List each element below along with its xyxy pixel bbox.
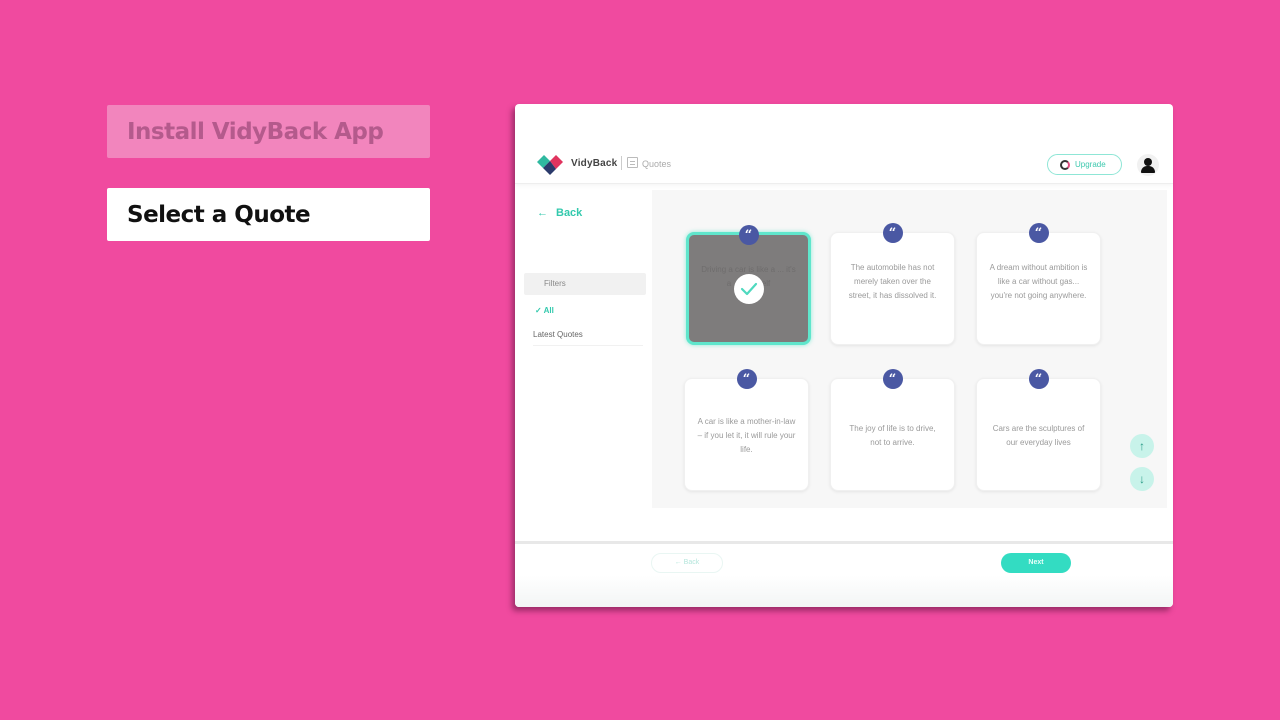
upgrade-icon (1060, 159, 1070, 170)
quote-mark-icon: “ (882, 369, 903, 389)
scroll-up-button[interactable]: ↑ (1130, 434, 1154, 458)
check-icon: ✓ (535, 306, 542, 315)
footer-back-button[interactable]: ← Back (651, 553, 723, 573)
quote-mark-icon: “ (882, 223, 903, 243)
filter-all[interactable]: ✓ All (535, 306, 554, 315)
quote-mark-icon: “ (736, 369, 757, 389)
app-header: VidyBack Quotes Upgrade (515, 104, 1173, 184)
quote-text: The automobile has not merely taken over… (848, 263, 937, 300)
quote-mark-icon: “ (1028, 223, 1049, 243)
step-install-app: Install VidyBack App (107, 105, 430, 158)
quote-text: Cars are the sculptures of our everyday … (992, 424, 1085, 447)
selected-check-icon (733, 273, 764, 304)
header-divider (621, 156, 622, 170)
arrow-left-icon: ← (537, 207, 548, 219)
upgrade-button[interactable]: Upgrade (1047, 154, 1122, 175)
upgrade-label: Upgrade (1075, 160, 1106, 169)
quote-mark-icon: “ (738, 225, 759, 245)
quotes-grid: “ Driving a car is like a ... it's a ...… (652, 190, 1167, 508)
app-window: VidyBack Quotes Upgrade ← Back Filters ✓… (515, 104, 1173, 607)
quote-card[interactable]: “ The joy of life is to drive, not to ar… (830, 369, 955, 491)
back-link-label: Back (556, 207, 583, 219)
quote-card[interactable]: “ A dream without ambition is like a car… (976, 223, 1101, 345)
quote-text: A car is like a mother-in-law – if you l… (697, 417, 796, 454)
filters-heading: Filters (524, 273, 646, 295)
brand-name: VidyBack (571, 158, 618, 169)
footer-next-button[interactable]: Next (1001, 553, 1071, 573)
step-install-app-label: Install VidyBack App (127, 118, 384, 145)
step-select-quote-label: Select a Quote (127, 201, 311, 228)
vidyback-logo-icon (537, 155, 563, 175)
quote-card[interactable]: “ Cars are the sculptures of our everyda… (976, 369, 1101, 491)
user-avatar-icon[interactable] (1137, 154, 1159, 176)
filter-latest-quotes[interactable]: Latest Quotes (533, 330, 643, 346)
quotes-list-icon (627, 157, 638, 168)
scroll-down-button[interactable]: ↓ (1130, 467, 1154, 491)
quote-card[interactable]: “ Driving a car is like a ... it's a ...… (686, 225, 811, 345)
sidebar: ← Back Filters ✓ All Latest Quotes (515, 185, 650, 540)
back-link[interactable]: ← Back (537, 207, 582, 219)
quote-text: A dream without ambition is like a car w… (989, 263, 1088, 300)
step-select-quote: Select a Quote (107, 188, 430, 241)
breadcrumb-quotes[interactable]: Quotes (642, 159, 671, 169)
arrow-down-icon: ↓ (1139, 472, 1145, 486)
arrow-up-icon: ↑ (1139, 439, 1145, 453)
quote-text: The joy of life is to drive, not to arri… (849, 424, 936, 447)
quote-mark-icon: “ (1028, 369, 1049, 389)
filter-all-label: All (543, 306, 554, 315)
quote-card[interactable]: “ The automobile has not merely taken ov… (830, 223, 955, 345)
wizard-footer: ← Back Next (515, 541, 1173, 607)
quote-card[interactable]: “ A car is like a mother-in-law – if you… (684, 369, 809, 491)
